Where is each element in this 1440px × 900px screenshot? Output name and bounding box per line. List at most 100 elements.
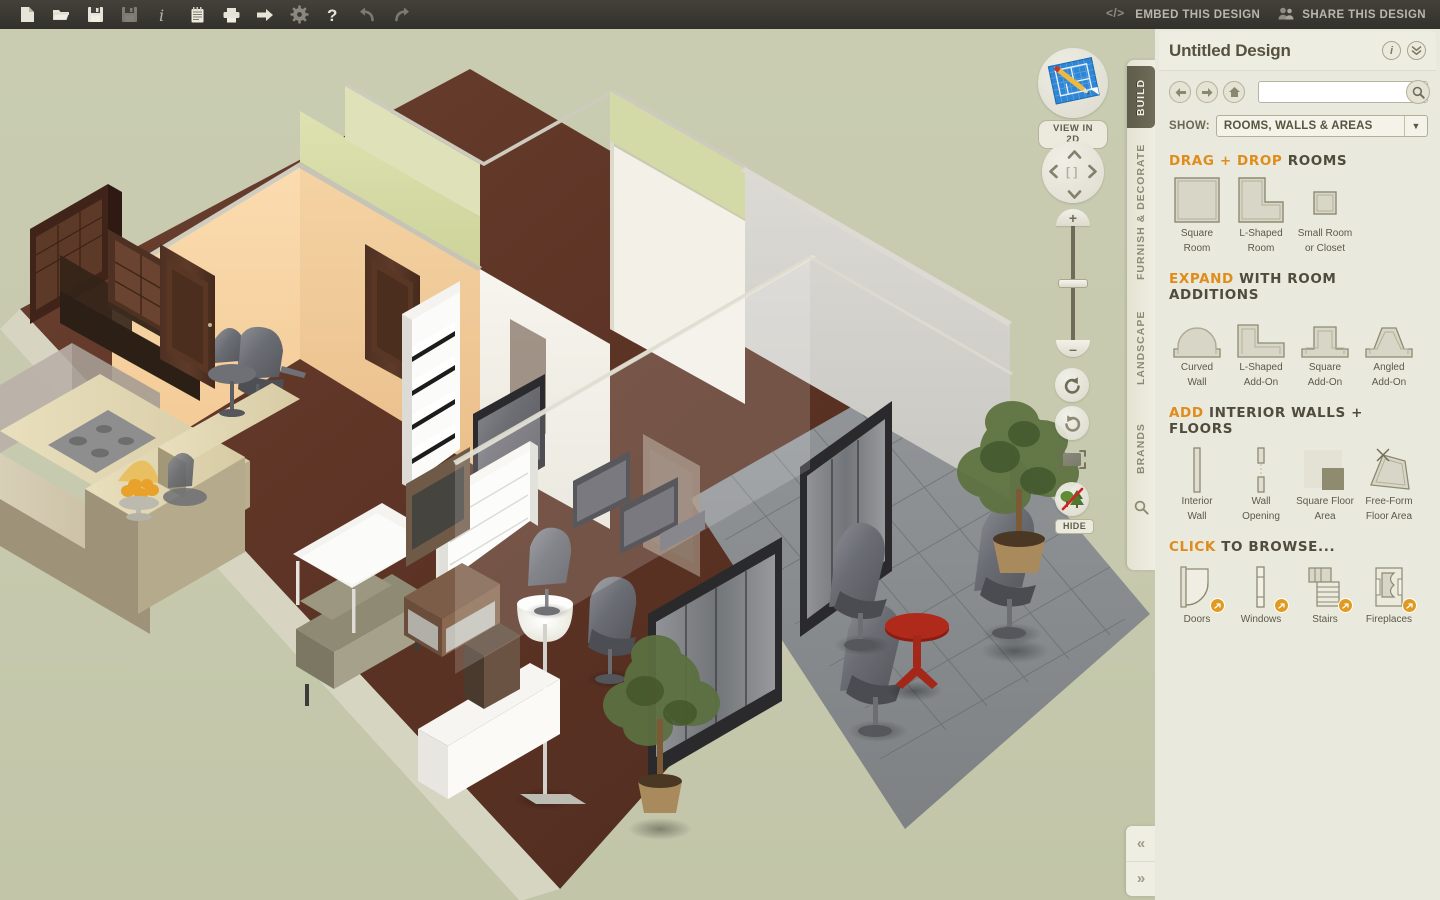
show-label: SHOW: xyxy=(1169,120,1210,132)
item-l-shaped-addon[interactable]: L-Shaped Add-On xyxy=(1229,307,1293,389)
item-label-line1: Doors xyxy=(1183,614,1211,625)
curved-wall-icon xyxy=(1165,307,1229,359)
info-icon[interactable]: i xyxy=(1382,41,1401,60)
item-fireplaces[interactable]: Fireplaces xyxy=(1357,559,1421,626)
section-interior-walls-floors: ADD INTERIOR WALLS + FLOORS Interior Wal… xyxy=(1155,405,1440,523)
wall-opening-icon xyxy=(1229,441,1293,493)
rotate-left-button[interactable] xyxy=(1055,368,1089,402)
panel-nav-row xyxy=(1155,71,1440,104)
zoom-handle[interactable] xyxy=(1058,279,1088,288)
zoom-slider[interactable]: + – xyxy=(1056,209,1090,357)
redo-icon[interactable] xyxy=(384,0,418,29)
nav-forward-button[interactable] xyxy=(1196,81,1218,103)
blueprint-pencil-icon xyxy=(1047,57,1100,105)
rotate-right-button[interactable] xyxy=(1055,406,1089,440)
item-square-floor-area[interactable]: Square Floor Area xyxy=(1293,441,1357,523)
pan-center-reset[interactable]: [ ] xyxy=(1066,165,1077,179)
item-label-line1: Square xyxy=(1180,228,1214,239)
additions-item-list: Curved Wall L-Shaped Add-On Square Add-O… xyxy=(1165,307,1430,389)
nav-back-button[interactable] xyxy=(1169,81,1191,103)
l-shaped-addon-icon xyxy=(1229,307,1293,359)
item-free-form-floor-area[interactable]: Free-Form Floor Area xyxy=(1357,441,1421,523)
pan-right-arrow[interactable] xyxy=(1088,164,1097,183)
panel-header: Untitled Design i xyxy=(1159,31,1436,71)
item-label-line1: Free-Form xyxy=(1365,496,1413,507)
open-folder-icon[interactable] xyxy=(44,0,78,29)
home-icon[interactable] xyxy=(1223,81,1245,103)
toolbar-right-group: </> EMBED THIS DESIGN SHARE THIS DESIGN xyxy=(1106,6,1440,23)
show-dropdown[interactable]: ROOMS, WALLS & AREAS ▼ xyxy=(1215,115,1428,137)
item-label-line2: Add-On xyxy=(1371,377,1407,388)
rail-tab-furnish-decorate[interactable]: FURNISH & DECORATE xyxy=(1127,136,1155,288)
chevron-double-down-icon[interactable] xyxy=(1407,41,1426,60)
panel-search-wrap xyxy=(1258,80,1430,104)
item-square-addon[interactable]: Square Add-On xyxy=(1293,307,1357,389)
item-label-line2: Room xyxy=(1247,243,1275,254)
item-l-shaped-room[interactable]: L-Shaped Room xyxy=(1229,173,1293,255)
pan-up-arrow[interactable] xyxy=(1067,146,1082,164)
undo-icon[interactable] xyxy=(350,0,384,29)
item-interior-wall[interactable]: Interior Wall xyxy=(1165,441,1229,523)
section-title-rest: TO BROWSE... xyxy=(1221,539,1336,555)
stairs-icon xyxy=(1293,559,1357,613)
item-doors[interactable]: Doors xyxy=(1165,559,1229,626)
item-label-line1: Interior xyxy=(1181,496,1213,507)
zoom-in-button[interactable]: + xyxy=(1056,209,1090,226)
section-title-browse: CLICK TO BROWSE... xyxy=(1169,539,1430,555)
settings-gear-icon[interactable] xyxy=(282,0,316,29)
search-icon[interactable] xyxy=(1134,500,1149,520)
view-in-2d-button[interactable]: VIEW IN 2D xyxy=(1038,48,1108,149)
item-label-line2: Add-On xyxy=(1243,377,1279,388)
save-icon[interactable] xyxy=(78,0,112,29)
item-wall-opening[interactable]: Wall Opening xyxy=(1229,441,1293,523)
floorplan-3d-render[interactable] xyxy=(0,29,1155,900)
rail-tab-build[interactable]: BUILD xyxy=(1127,66,1155,128)
info-icon[interactable]: i xyxy=(146,0,180,29)
free-form-floor-area-icon xyxy=(1357,441,1421,493)
notes-icon[interactable] xyxy=(180,0,214,29)
item-square-room[interactable]: Square Room xyxy=(1165,173,1229,255)
item-label-line2: Add-On xyxy=(1307,377,1343,388)
search-submit-button[interactable] xyxy=(1406,80,1430,104)
item-curved-wall[interactable]: Curved Wall xyxy=(1165,307,1229,389)
browse-item-list: Doors Windows Stairs Fireplaces xyxy=(1165,559,1430,626)
code-brackets-icon: </> xyxy=(1106,6,1128,22)
item-label-line1: Square Floor xyxy=(1296,496,1354,507)
item-small-room-closet[interactable]: Small Room or Closet xyxy=(1293,173,1357,255)
fit-to-screen-button[interactable] xyxy=(1056,448,1088,476)
help-icon[interactable]: ? xyxy=(316,0,350,29)
item-label-line1: Curved xyxy=(1180,362,1214,373)
item-windows[interactable]: Windows xyxy=(1229,559,1293,626)
save-as-icon[interactable] xyxy=(112,0,146,29)
people-icon xyxy=(1278,7,1295,23)
share-this-design-button[interactable]: SHARE THIS DESIGN xyxy=(1278,7,1426,23)
collapse-left-button[interactable]: « xyxy=(1126,826,1156,862)
zoom-out-button[interactable]: – xyxy=(1056,340,1090,357)
square-addon-icon xyxy=(1293,307,1357,359)
pan-down-arrow[interactable] xyxy=(1067,186,1082,204)
item-label-line1: L-Shaped xyxy=(1239,362,1283,373)
hide-landscape-button[interactable]: HIDE xyxy=(1055,482,1095,534)
chevron-down-icon[interactable]: ▼ xyxy=(1404,116,1427,136)
new-document-icon[interactable] xyxy=(10,0,44,29)
top-toolbar: i ? </> EMBED THIS DESIGN SHARE THIS DES… xyxy=(0,0,1440,29)
show-selected-value: ROOMS, WALLS & AREAS xyxy=(1223,120,1373,132)
hide-label: HIDE xyxy=(1055,519,1095,534)
export-icon[interactable] xyxy=(248,0,282,29)
design-canvas[interactable] xyxy=(0,29,1155,900)
rail-tab-brands[interactable]: BRANDS xyxy=(1127,408,1155,490)
rail-tab-landscape[interactable]: LANDSCAPE xyxy=(1127,294,1155,402)
angled-addon-icon xyxy=(1357,307,1421,359)
item-stairs[interactable]: Stairs xyxy=(1293,559,1357,626)
print-icon[interactable] xyxy=(214,0,248,29)
search-input[interactable] xyxy=(1258,81,1428,103)
item-label-line1: Wall xyxy=(1251,496,1271,507)
item-label-line2: Area xyxy=(1314,511,1336,522)
embed-this-design-button[interactable]: </> EMBED THIS DESIGN xyxy=(1106,6,1260,22)
item-label-line2: Room xyxy=(1183,243,1211,254)
toolbar-icon-group: i ? xyxy=(0,0,418,29)
collapse-right-button[interactable]: » xyxy=(1126,862,1156,897)
pan-left-arrow[interactable] xyxy=(1049,164,1058,183)
item-angled-addon[interactable]: Angled Add-On xyxy=(1357,307,1421,389)
pan-control-pad[interactable]: [ ] xyxy=(1042,141,1104,203)
